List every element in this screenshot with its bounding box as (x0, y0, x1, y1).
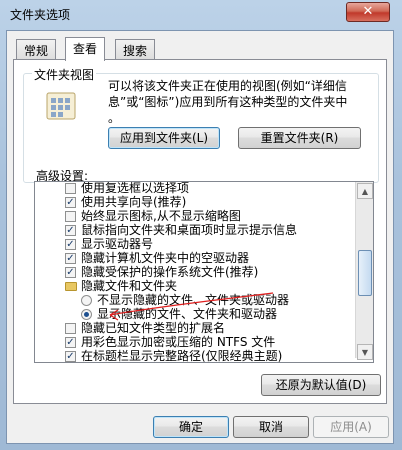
scroll-up-icon[interactable]: ▲ (357, 183, 373, 199)
selected-radio[interactable] (81, 309, 92, 320)
advanced-setting-row[interactable]: ✓ 使用共享向导(推荐) (35, 195, 355, 210)
ok-button[interactable]: 确定 (153, 416, 229, 438)
advanced-settings-tree[interactable]: 使用复选框以选择项 ✓ 使用共享向导(推荐) 始终显示图标,从不显示缩略图 ✓ 鼠标指向文… (34, 181, 374, 363)
description-line: 。 (108, 111, 121, 125)
advanced-setting-label: 用彩色显示加密或压缩的 NTFS 文件 (81, 335, 276, 349)
apply-button: 应用(A) (313, 416, 389, 438)
cancel-button[interactable]: 取消 (233, 416, 309, 438)
folder-views-description: 可以将该文件夹正在使用的视图(例如“详细信 息”或“图标”)应用到所有这种类型的… (108, 78, 368, 126)
checked-checkbox[interactable]: ✓ (65, 337, 76, 348)
advanced-setting-row[interactable]: 显示隐藏的文件、文件夹和驱动器 (35, 307, 355, 322)
folder-view-icon (46, 92, 76, 120)
checked-checkbox[interactable]: ✓ (65, 197, 76, 208)
restore-defaults-button[interactable]: 还原为默认值(D) (261, 374, 381, 396)
tab-search-label: 搜索 (123, 44, 148, 58)
window-title: 文件夹选项 (10, 8, 71, 22)
advanced-setting-row[interactable]: 隐藏已知文件类型的扩展名 (35, 321, 355, 336)
description-line: 息”或“图标”)应用到所有这种类型的文件夹中 (108, 95, 348, 109)
tab-view[interactable]: 查看 (65, 37, 106, 61)
advanced-settings-list: 使用复选框以选择项 ✓ 使用共享向导(推荐) 始终显示图标,从不显示缩略图 ✓ 鼠标指向文… (35, 182, 355, 363)
advanced-setting-row[interactable]: ✓ 在标题栏显示完整路径(仅限经典主题) (35, 349, 355, 363)
advanced-setting-row[interactable]: 使用复选框以选择项 (35, 182, 355, 196)
close-button[interactable]: ✕ (346, 2, 390, 22)
advanced-setting-row[interactable]: ✓ 隐藏计算机文件夹中的空驱动器 (35, 251, 355, 266)
apply-to-folders-button[interactable]: 应用到文件夹(L) (108, 127, 220, 149)
title-bar: 文件夹选项 ✕ (0, 0, 402, 30)
tab-general-label: 常规 (24, 44, 49, 58)
advanced-setting-label: 使用共享向导(推荐) (81, 195, 187, 209)
unselected-radio[interactable] (81, 295, 92, 306)
checked-checkbox[interactable]: ✓ (65, 239, 76, 250)
folder-views-label: 文件夹视图 (32, 66, 97, 83)
advanced-setting-label: 鼠标指向文件夹和桌面项时显示提示信息 (81, 223, 298, 237)
advanced-setting-row[interactable]: 隐藏文件和文件夹 (35, 279, 355, 294)
advanced-setting-label: 不显示隐藏的文件、文件夹或驱动器 (97, 293, 290, 307)
vertical-scrollbar[interactable]: ▲ ▼ (355, 182, 373, 360)
scroll-down-icon[interactable]: ▼ (357, 344, 373, 360)
tab-view-label: 查看 (73, 42, 98, 56)
unchecked-checkbox[interactable] (65, 211, 76, 222)
advanced-setting-label: 隐藏计算机文件夹中的空驱动器 (81, 251, 250, 265)
advanced-setting-label: 隐藏受保护的操作系统文件(推荐) (81, 265, 259, 279)
advanced-setting-label: 显示隐藏的文件、文件夹和驱动器 (97, 307, 278, 321)
advanced-setting-label: 使用复选框以选择项 (81, 181, 190, 195)
advanced-setting-row[interactable]: 始终显示图标,从不显示缩略图 (35, 209, 355, 224)
advanced-setting-label: 显示驱动器号 (81, 237, 154, 251)
advanced-setting-row[interactable]: 不显示隐藏的文件、文件夹或驱动器 (35, 293, 355, 308)
tab-general[interactable]: 常规 (16, 39, 57, 60)
unchecked-checkbox[interactable] (65, 183, 76, 194)
advanced-setting-row[interactable]: ✓ 鼠标指向文件夹和桌面项时显示提示信息 (35, 223, 355, 238)
description-line: 可以将该文件夹正在使用的视图(例如“详细信 (108, 79, 347, 93)
tab-search[interactable]: 搜索 (115, 39, 156, 60)
advanced-setting-row[interactable]: ✓ 显示驱动器号 (35, 237, 355, 252)
close-icon: ✕ (362, 4, 374, 19)
checked-checkbox[interactable]: ✓ (65, 267, 76, 278)
advanced-setting-label: 隐藏已知文件类型的扩展名 (81, 321, 226, 335)
scroll-thumb[interactable] (358, 250, 372, 296)
advanced-setting-row[interactable]: ✓ 隐藏受保护的操作系统文件(推荐) (35, 265, 355, 280)
advanced-setting-row[interactable]: ✓ 用彩色显示加密或压缩的 NTFS 文件 (35, 335, 355, 350)
checked-checkbox[interactable]: ✓ (65, 351, 76, 362)
folder-icon (65, 282, 77, 291)
dialog-client-area: 常规 查看 搜索 文件夹视图 可以将该文件夹正在使用的视图(例如“详细信 息”或… (6, 30, 394, 444)
checked-checkbox[interactable]: ✓ (65, 253, 76, 264)
reset-folders-button[interactable]: 重置文件夹(R) (238, 127, 361, 149)
unchecked-checkbox[interactable] (65, 323, 76, 334)
checked-checkbox[interactable]: ✓ (65, 225, 76, 236)
advanced-setting-label: 始终显示图标,从不显示缩略图 (81, 209, 241, 223)
advanced-setting-label: 在标题栏显示完整路径(仅限经典主题) (81, 349, 283, 363)
advanced-setting-label: 隐藏文件和文件夹 (81, 279, 178, 293)
